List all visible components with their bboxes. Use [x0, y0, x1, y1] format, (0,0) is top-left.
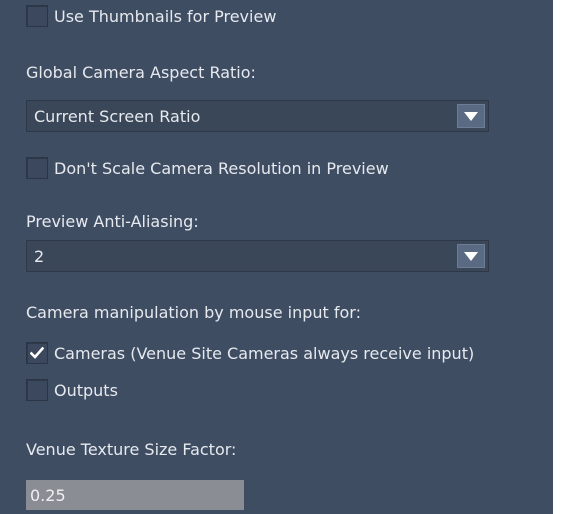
aspect-ratio-label: Global Camera Aspect Ratio:: [26, 63, 256, 82]
anti-aliasing-label: Preview Anti-Aliasing:: [26, 212, 199, 231]
use-thumbnails-checkbox[interactable]: [26, 5, 48, 27]
use-thumbnails-label: Use Thumbnails for Preview: [54, 6, 277, 26]
preview-settings-panel: Use Thumbnails for Preview Global Camera…: [0, 0, 553, 514]
dont-scale-label: Don't Scale Camera Resolution in Preview: [54, 158, 389, 178]
outputs-checkbox[interactable]: [26, 379, 48, 401]
cameras-row[interactable]: Cameras (Venue Site Cameras always recei…: [26, 342, 474, 364]
texture-size-label: Venue Texture Size Factor:: [26, 440, 237, 459]
manipulation-label: Camera manipulation by mouse input for:: [26, 303, 361, 322]
triangle-down-icon: [464, 251, 478, 261]
outputs-row[interactable]: Outputs: [26, 379, 118, 401]
dont-scale-checkbox[interactable]: [26, 157, 48, 179]
outputs-label: Outputs: [54, 380, 118, 400]
anti-aliasing-select[interactable]: 2: [26, 240, 489, 272]
dont-scale-row[interactable]: Don't Scale Camera Resolution in Preview: [26, 157, 389, 179]
aspect-ratio-value: Current Screen Ratio: [34, 106, 201, 126]
checkmark-icon: [30, 347, 44, 359]
cameras-checkbox[interactable]: [26, 342, 48, 364]
triangle-down-icon: [464, 111, 478, 121]
anti-aliasing-dropdown-button[interactable]: [457, 244, 485, 268]
texture-size-input[interactable]: 0.25: [26, 480, 244, 510]
use-thumbnails-row[interactable]: Use Thumbnails for Preview: [26, 5, 276, 27]
cameras-label: Cameras (Venue Site Cameras always recei…: [54, 343, 475, 363]
aspect-ratio-dropdown-button[interactable]: [457, 104, 485, 128]
anti-aliasing-value: 2: [34, 246, 45, 266]
aspect-ratio-select[interactable]: Current Screen Ratio: [26, 100, 489, 132]
